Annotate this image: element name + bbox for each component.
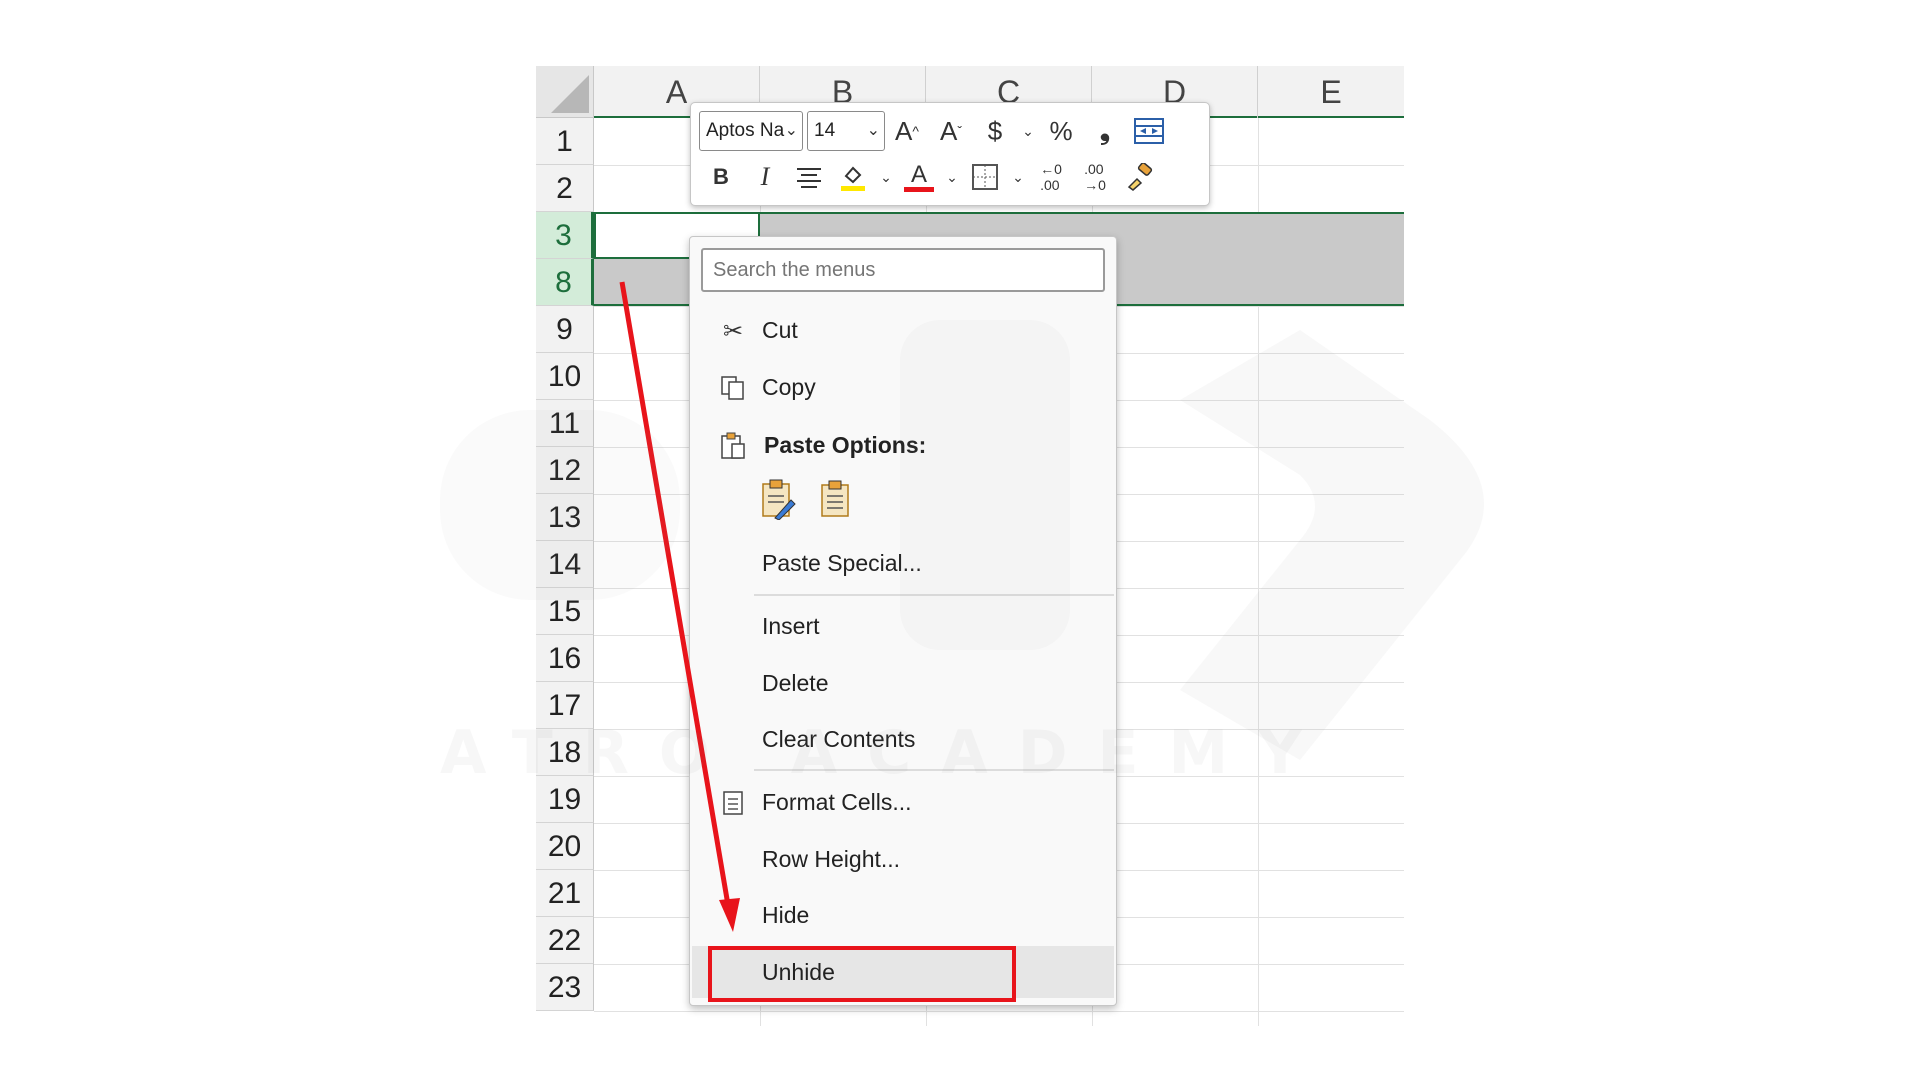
row-header[interactable]: 18 <box>536 729 594 776</box>
row-header[interactable]: 17 <box>536 682 594 729</box>
merge-center-icon[interactable] <box>1127 111 1171 151</box>
font-name-dropdown[interactable]: Aptos Na ⌄ <box>699 111 803 151</box>
menu-item-hide[interactable]: Hide <box>692 889 1114 941</box>
menu-item-paste-special[interactable]: Paste Special... <box>692 537 1114 589</box>
row-header[interactable]: 20 <box>536 823 594 870</box>
clipboard-icon <box>718 431 748 461</box>
increase-decimal-icon[interactable]: ←0.00 <box>1029 157 1073 197</box>
menu-item-row-height[interactable]: Row Height... <box>692 833 1114 885</box>
menu-item-cut[interactable]: ✂ Cut <box>692 304 1114 356</box>
menu-item-label: Cut <box>762 316 798 343</box>
menu-item-label: Format Cells... <box>762 788 912 815</box>
italic-button[interactable]: I <box>743 157 787 197</box>
row-header[interactable]: 13 <box>536 494 594 541</box>
menu-search-input[interactable] <box>701 248 1105 292</box>
row-header[interactable]: 11 <box>536 400 594 447</box>
row-header[interactable]: 9 <box>536 306 594 353</box>
dollar-icon[interactable]: $ <box>973 111 1017 151</box>
row-header[interactable]: 16 <box>536 635 594 682</box>
menu-item-clear-contents[interactable]: Clear Contents <box>692 713 1114 765</box>
row-header[interactable]: 2 <box>536 165 594 212</box>
menu-header-paste-options: Paste Options: <box>692 419 1114 471</box>
font-name-value: Aptos Na <box>706 120 785 141</box>
menu-item-label: Insert <box>762 612 820 639</box>
row-header[interactable]: 19 <box>536 776 594 823</box>
format-painter-icon[interactable] <box>1117 157 1161 197</box>
menu-separator <box>754 769 1114 771</box>
row-header[interactable]: 21 <box>536 870 594 917</box>
row-header[interactable]: 14 <box>536 541 594 588</box>
menu-item-label: Hide <box>762 901 810 928</box>
context-menu: ✂ Cut Copy Paste Options: Paste Special.… <box>689 236 1117 1006</box>
chevron-down-icon: ⌄ <box>866 122 880 139</box>
chevron-down-icon[interactable]: ⌄ <box>1017 111 1039 151</box>
menu-item-label: Clear Contents <box>762 725 916 752</box>
row-header-selected[interactable]: 3 <box>536 212 594 259</box>
scissors-icon: ✂ <box>722 317 744 345</box>
row-header[interactable]: 10 <box>536 353 594 400</box>
chevron-down-icon[interactable]: ⌄ <box>1007 157 1029 197</box>
paste-icon[interactable] <box>816 477 854 521</box>
annotation-highlight-box <box>708 946 1016 1002</box>
fill-color-icon[interactable] <box>831 157 875 197</box>
format-cells-icon <box>718 788 748 818</box>
menu-item-insert[interactable]: Insert <box>692 600 1114 652</box>
font-size-value: 14 <box>814 120 836 141</box>
row-header[interactable]: 12 <box>536 447 594 494</box>
font-size-decrease-icon[interactable]: Aˇ <box>929 111 973 151</box>
comma-style-icon[interactable]: ❟ <box>1083 111 1127 151</box>
select-all-corner[interactable] <box>536 66 594 118</box>
column-header-e[interactable]: E <box>1258 66 1404 118</box>
menu-item-label: Row Height... <box>762 845 901 872</box>
row-header[interactable]: 23 <box>536 964 594 1011</box>
mini-toolbar: Aptos Na ⌄ 14 ⌄ A^ Aˇ $ ⌄ % ❟ B I ⌄ A ⌄ <box>690 102 1210 206</box>
font-size-increase-icon[interactable]: A ^ <box>885 111 929 151</box>
borders-icon[interactable] <box>963 157 1007 197</box>
row-header-selected[interactable]: 8 <box>536 259 594 306</box>
chevron-down-icon[interactable]: ⌄ <box>941 157 963 197</box>
menu-separator <box>754 594 1114 596</box>
percent-icon[interactable]: % <box>1039 111 1083 151</box>
font-color-icon[interactable]: A <box>897 157 941 197</box>
row-header[interactable]: 22 <box>536 917 594 964</box>
font-size-dropdown[interactable]: 14 ⌄ <box>807 111 885 151</box>
bold-button[interactable]: B <box>699 157 743 197</box>
menu-item-label: Paste Options: <box>764 431 927 458</box>
row-header[interactable]: 1 <box>536 118 594 165</box>
align-center-icon[interactable] <box>787 157 831 197</box>
menu-item-label: Delete <box>762 669 829 696</box>
chevron-down-icon: ⌄ <box>784 122 798 139</box>
decrease-decimal-icon[interactable]: .00 →0 <box>1073 157 1117 197</box>
menu-item-copy[interactable]: Copy <box>692 361 1114 413</box>
copy-icon <box>718 373 748 403</box>
row-header[interactable]: 15 <box>536 588 594 635</box>
menu-item-label: Copy <box>762 373 816 400</box>
menu-item-delete[interactable]: Delete <box>692 657 1114 709</box>
chevron-down-icon[interactable]: ⌄ <box>875 157 897 197</box>
menu-item-label: Paste Special... <box>762 549 922 576</box>
menu-item-format-cells[interactable]: Format Cells... <box>692 776 1114 828</box>
paste-keep-formatting-icon[interactable] <box>760 477 798 521</box>
